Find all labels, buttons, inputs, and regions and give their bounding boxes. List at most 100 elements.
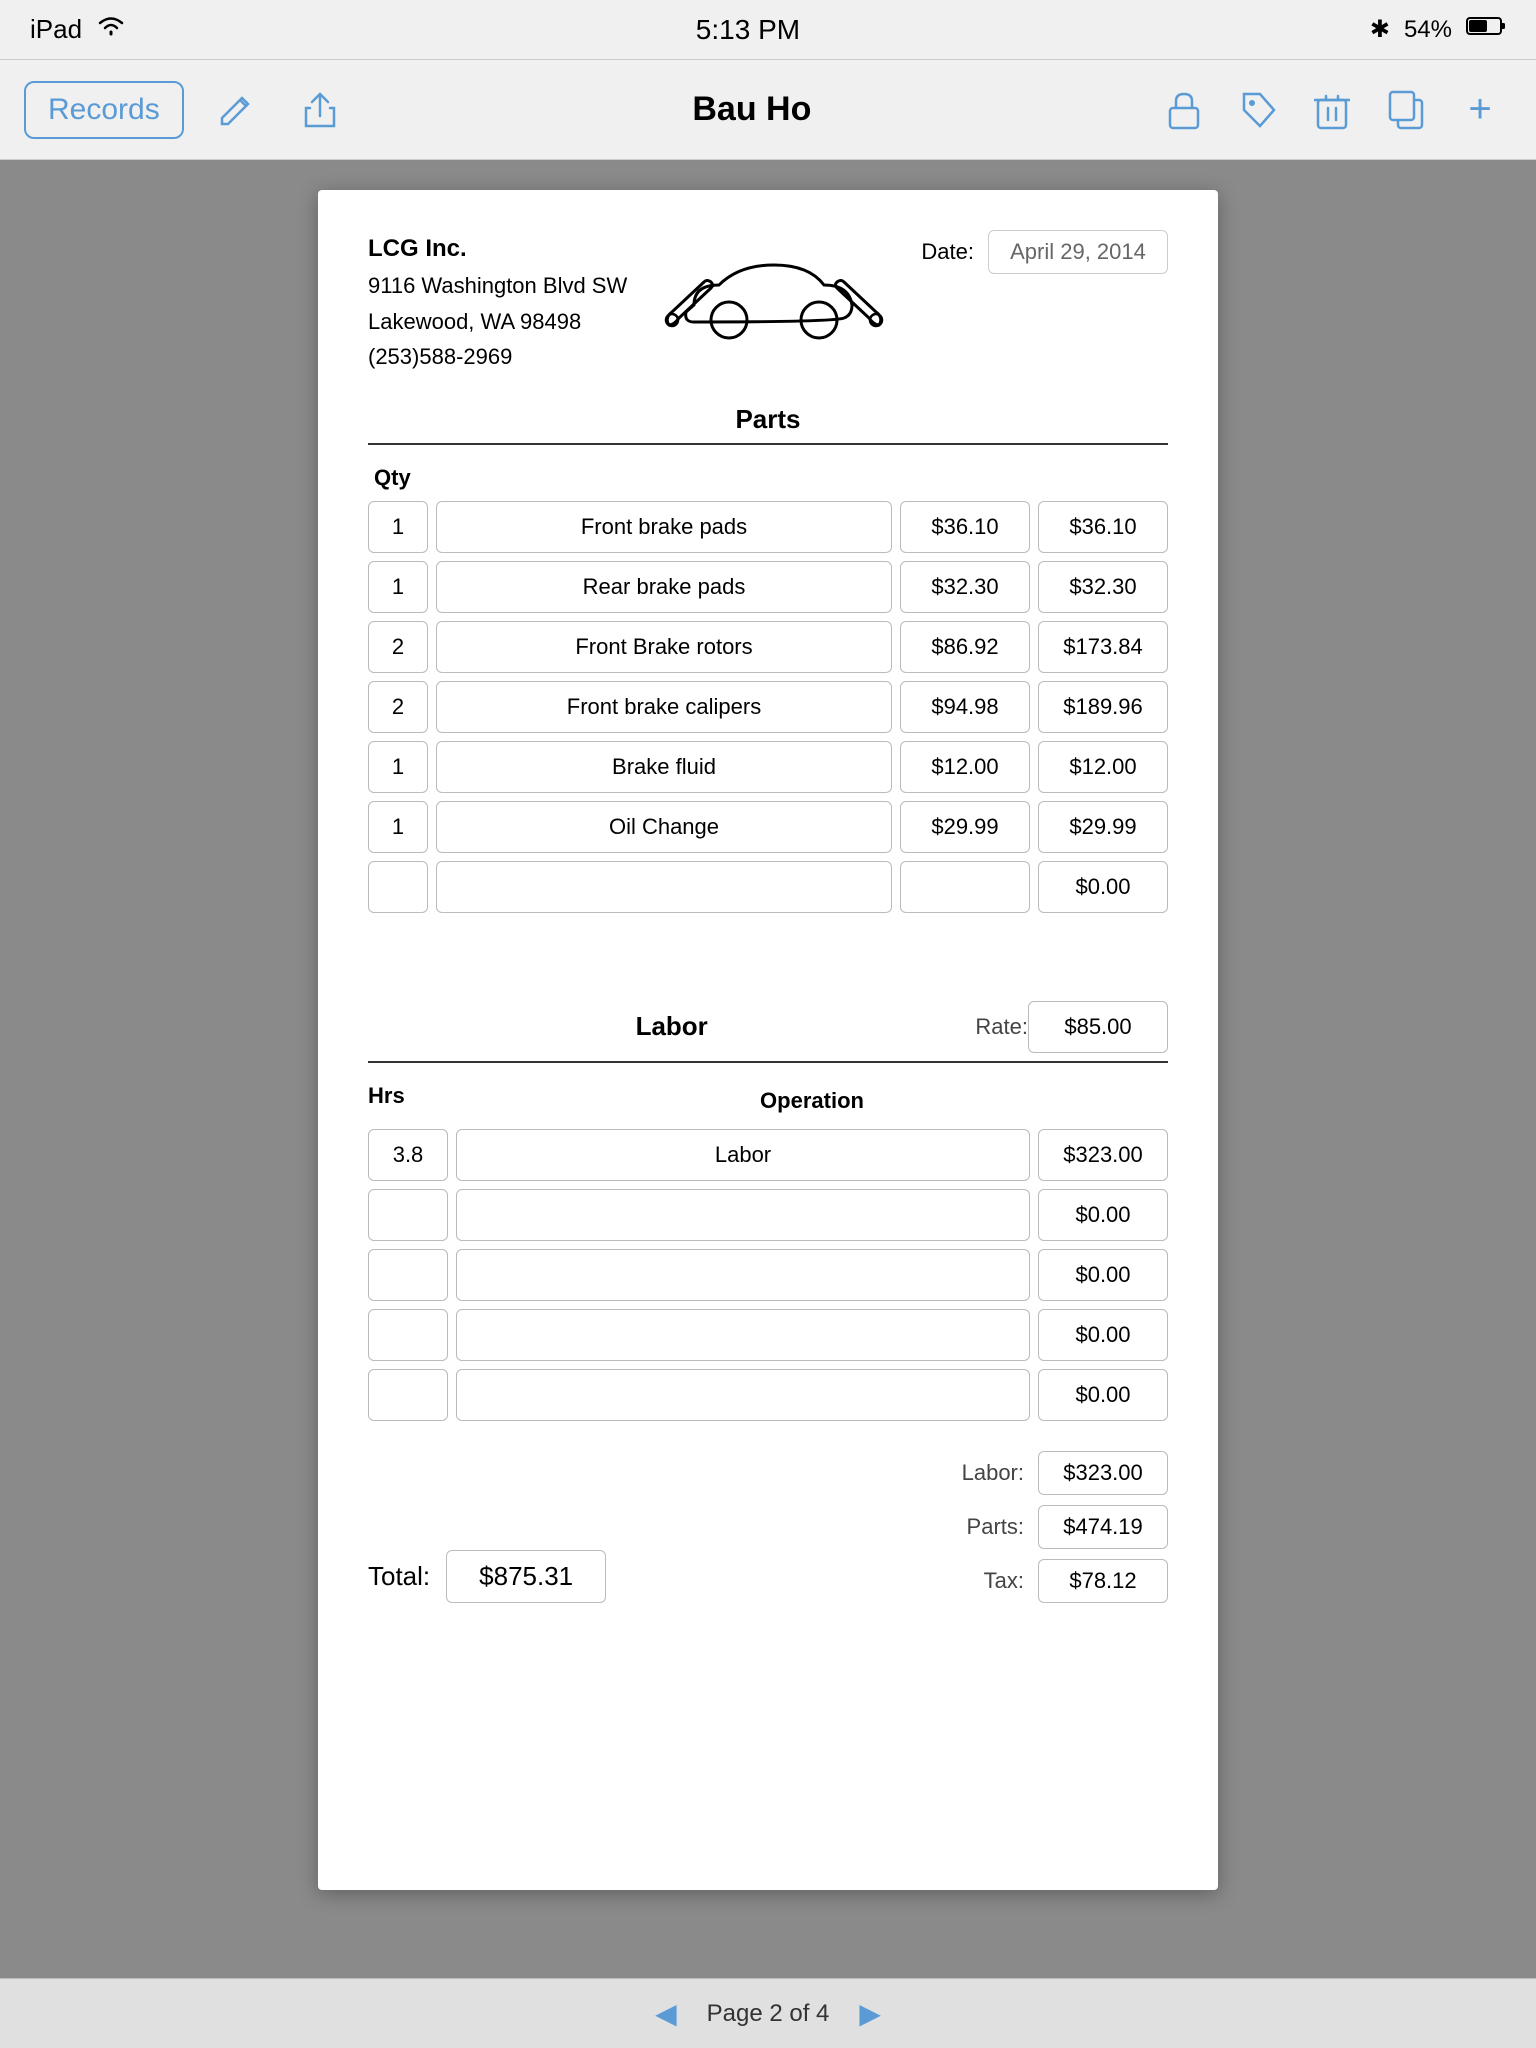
qty-cell[interactable]: 1 <box>368 561 428 613</box>
company-phone: (253)588-2969 <box>368 339 627 374</box>
labor-table: 3.8 Labor $323.00 $0.00 $0.00 $0.00 $0.0… <box>368 1129 1168 1421</box>
unit-price-cell[interactable]: $32.30 <box>900 561 1030 613</box>
tag-button[interactable] <box>1226 78 1290 142</box>
tax-summary-value[interactable]: $78.12 <box>1038 1559 1168 1603</box>
add-button[interactable]: + <box>1448 78 1512 142</box>
labor-total-cell[interactable]: $323.00 <box>1038 1129 1168 1181</box>
company-info: LCG Inc. 9116 Washington Blvd SW Lakewoo… <box>368 230 627 374</box>
row-total-cell[interactable]: $12.00 <box>1038 741 1168 793</box>
hrs-cell[interactable] <box>368 1249 448 1301</box>
labor-column-headers: Hrs Operation <box>368 1083 1168 1119</box>
qty-cell[interactable] <box>368 861 428 913</box>
hrs-cell[interactable] <box>368 1369 448 1421</box>
labor-header-row: Labor Rate: $85.00 <box>368 1001 1168 1053</box>
rate-value[interactable]: $85.00 <box>1028 1001 1168 1053</box>
status-right: ✱ 54% <box>1370 15 1506 44</box>
qty-cell[interactable]: 2 <box>368 681 428 733</box>
lock-button[interactable] <box>1152 78 1216 142</box>
qty-header: Qty <box>368 465 1168 491</box>
status-left: iPad <box>30 14 126 45</box>
labor-summary-label: Labor: <box>944 1460 1024 1486</box>
hrs-header: Hrs <box>368 1083 448 1109</box>
nav-bar: Records Bau Ho <box>0 60 1536 160</box>
qty-cell[interactable]: 1 <box>368 741 428 793</box>
row-total-cell[interactable]: $0.00 <box>1038 861 1168 913</box>
op-cell[interactable] <box>456 1369 1030 1421</box>
next-page-button[interactable]: ▶ <box>859 1997 881 2030</box>
unit-price-cell[interactable]: $29.99 <box>900 801 1030 853</box>
share-button[interactable] <box>288 78 352 142</box>
empty-space <box>368 921 1168 1001</box>
parts-row: 2 Front brake calipers $94.98 $189.96 <box>368 681 1168 733</box>
op-cell[interactable] <box>456 1249 1030 1301</box>
unit-price-cell[interactable]: $36.10 <box>900 501 1030 553</box>
labor-total-cell[interactable]: $0.00 <box>1038 1309 1168 1361</box>
company-logo <box>627 230 921 350</box>
company-address1: 9116 Washington Blvd SW <box>368 268 627 303</box>
bluetooth-icon: ✱ <box>1370 15 1390 44</box>
parts-row: 1 Brake fluid $12.00 $12.00 <box>368 741 1168 793</box>
labor-summary-value[interactable]: $323.00 <box>1038 1451 1168 1495</box>
total-label: Total: <box>368 1561 430 1592</box>
row-total-cell[interactable]: $36.10 <box>1038 501 1168 553</box>
desc-cell[interactable]: Rear brake pads <box>436 561 892 613</box>
battery-icon <box>1466 15 1506 44</box>
prev-page-button[interactable]: ◀ <box>655 1997 677 2030</box>
unit-price-cell[interactable]: $86.92 <box>900 621 1030 673</box>
company-address2: Lakewood, WA 98498 <box>368 304 627 339</box>
status-bar: iPad 5:13 PM ✱ 54% <box>0 0 1536 60</box>
qty-cell[interactable]: 2 <box>368 621 428 673</box>
bottom-bar: ◀ Page 2 of 4 ▶ <box>0 1978 1536 2048</box>
parts-summary-label: Parts: <box>944 1514 1024 1540</box>
row-total-cell[interactable]: $29.99 <box>1038 801 1168 853</box>
date-value[interactable]: April 29, 2014 <box>988 230 1168 274</box>
parts-section-title: Parts <box>368 404 1168 435</box>
labor-row: $0.00 <box>368 1189 1168 1241</box>
hrs-cell[interactable] <box>368 1189 448 1241</box>
hrs-cell[interactable] <box>368 1309 448 1361</box>
copy-button[interactable] <box>1374 78 1438 142</box>
desc-cell[interactable]: Front brake calipers <box>436 681 892 733</box>
labor-row: $0.00 <box>368 1249 1168 1301</box>
summary-section: Total: $875.31 Labor: $323.00 Parts: $47… <box>368 1451 1168 1603</box>
labor-row: $0.00 <box>368 1369 1168 1421</box>
labor-total-cell[interactable]: $0.00 <box>1038 1369 1168 1421</box>
parts-row: $0.00 <box>368 861 1168 913</box>
op-header: Operation <box>456 1088 1168 1114</box>
parts-row: 1 Oil Change $29.99 $29.99 <box>368 801 1168 853</box>
desc-cell[interactable]: Front brake pads <box>436 501 892 553</box>
desc-cell[interactable]: Oil Change <box>436 801 892 853</box>
labor-total-cell[interactable]: $0.00 <box>1038 1189 1168 1241</box>
date-section: Date: April 29, 2014 <box>921 230 1168 274</box>
hrs-cell[interactable]: 3.8 <box>368 1129 448 1181</box>
op-cell[interactable]: Labor <box>456 1129 1030 1181</box>
tax-summary-label: Tax: <box>944 1568 1024 1594</box>
parts-row: 2 Front Brake rotors $86.92 $173.84 <box>368 621 1168 673</box>
qty-cell[interactable]: 1 <box>368 801 428 853</box>
parts-summary-value[interactable]: $474.19 <box>1038 1505 1168 1549</box>
op-cell[interactable] <box>456 1309 1030 1361</box>
parts-divider <box>368 443 1168 445</box>
battery-label: 54% <box>1404 16 1452 44</box>
labor-row: $0.00 <box>368 1309 1168 1361</box>
unit-price-cell[interactable] <box>900 861 1030 913</box>
delete-button[interactable] <box>1300 78 1364 142</box>
desc-cell[interactable]: Brake fluid <box>436 741 892 793</box>
row-total-cell[interactable]: $173.84 <box>1038 621 1168 673</box>
edit-button[interactable] <box>204 78 268 142</box>
parts-summary-row: Parts: $474.19 <box>944 1505 1168 1549</box>
desc-cell[interactable] <box>436 861 892 913</box>
unit-price-cell[interactable]: $12.00 <box>900 741 1030 793</box>
row-total-cell[interactable]: $32.30 <box>1038 561 1168 613</box>
desc-cell[interactable]: Front Brake rotors <box>436 621 892 673</box>
total-value[interactable]: $875.31 <box>446 1550 606 1603</box>
rate-label: Rate: <box>975 1014 1028 1040</box>
op-cell[interactable] <box>456 1189 1030 1241</box>
qty-cell[interactable]: 1 <box>368 501 428 553</box>
records-button[interactable]: Records <box>24 81 184 139</box>
row-total-cell[interactable]: $189.96 <box>1038 681 1168 733</box>
device-label: iPad <box>30 14 82 45</box>
unit-price-cell[interactable]: $94.98 <box>900 681 1030 733</box>
parts-row: 1 Front brake pads $36.10 $36.10 <box>368 501 1168 553</box>
labor-total-cell[interactable]: $0.00 <box>1038 1249 1168 1301</box>
